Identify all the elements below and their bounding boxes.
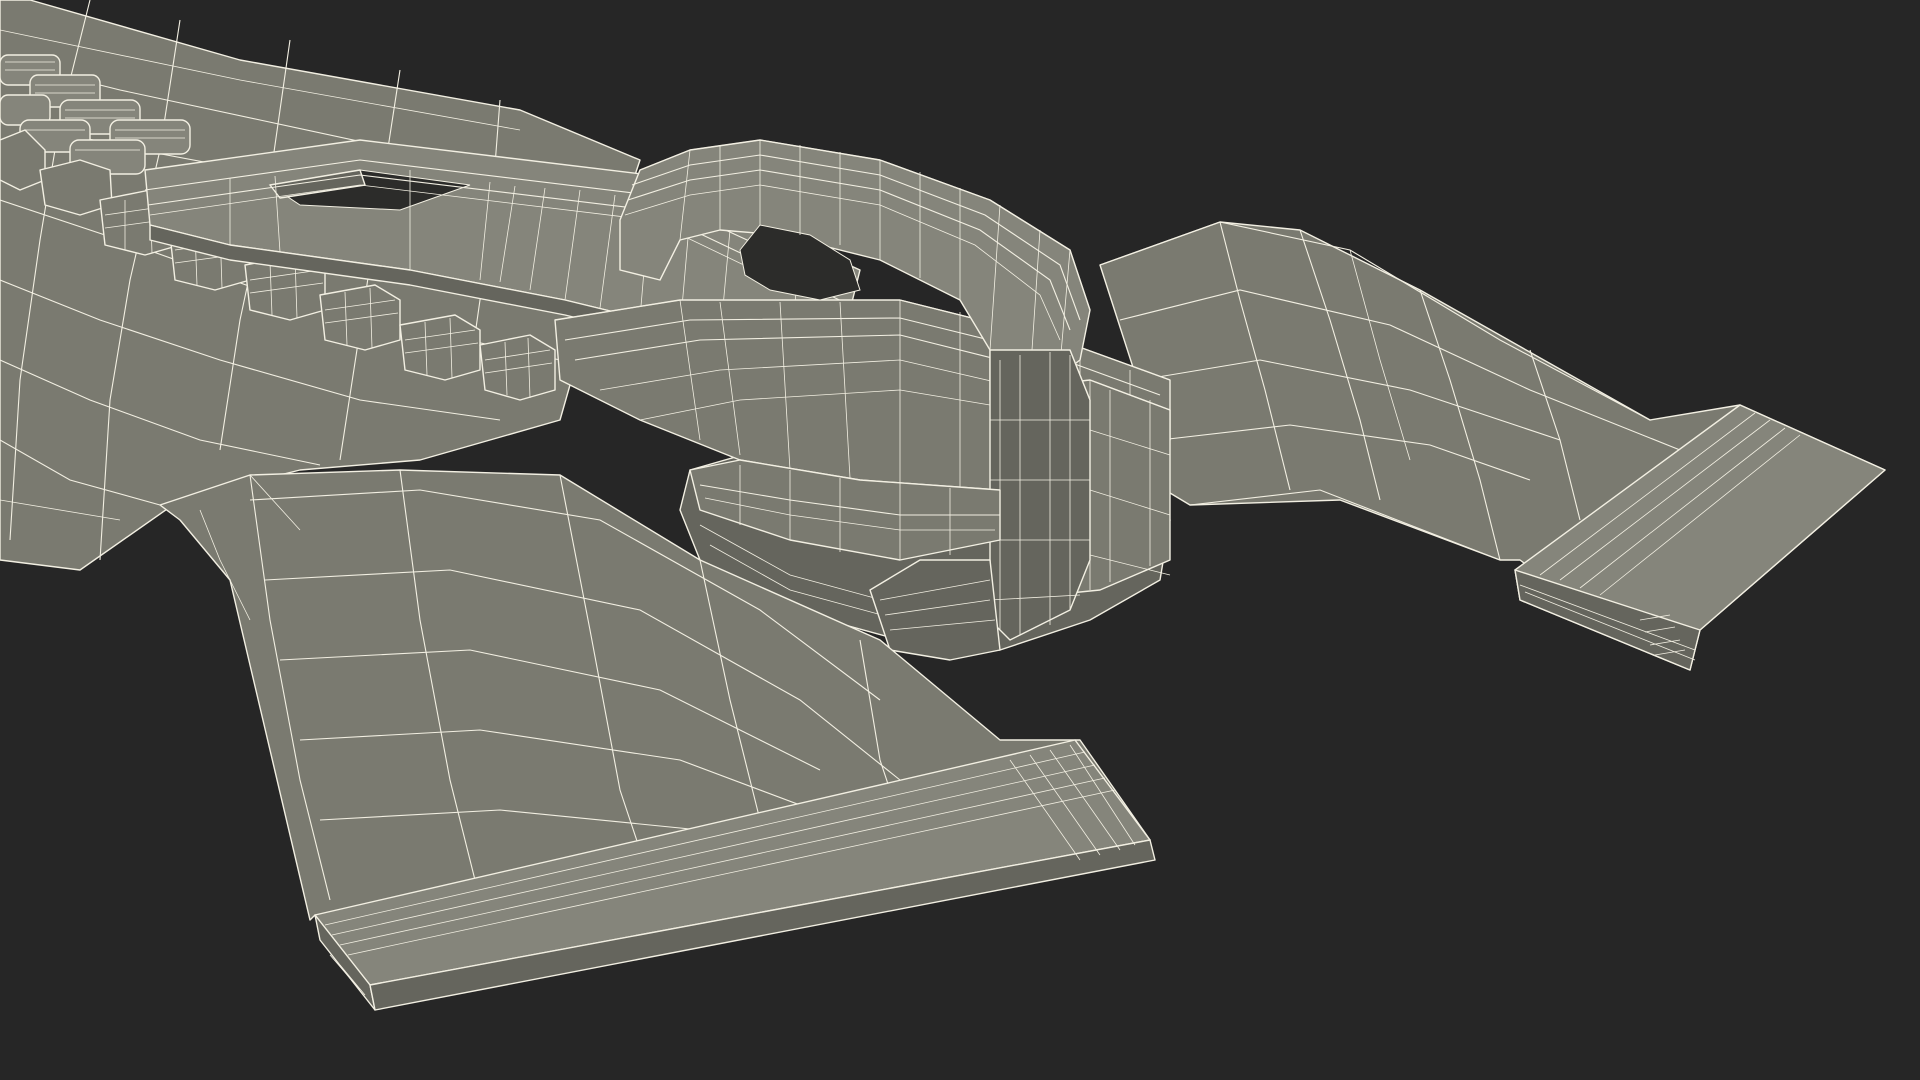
zipper-tape-right bbox=[1099, 221, 1886, 671]
render-viewport: .surf { fill: #7a7a70; stroke: #f2efe2; … bbox=[0, 0, 1920, 1080]
zipper-model-render: .surf { fill: #7a7a70; stroke: #f2efe2; … bbox=[0, 0, 1886, 1011]
